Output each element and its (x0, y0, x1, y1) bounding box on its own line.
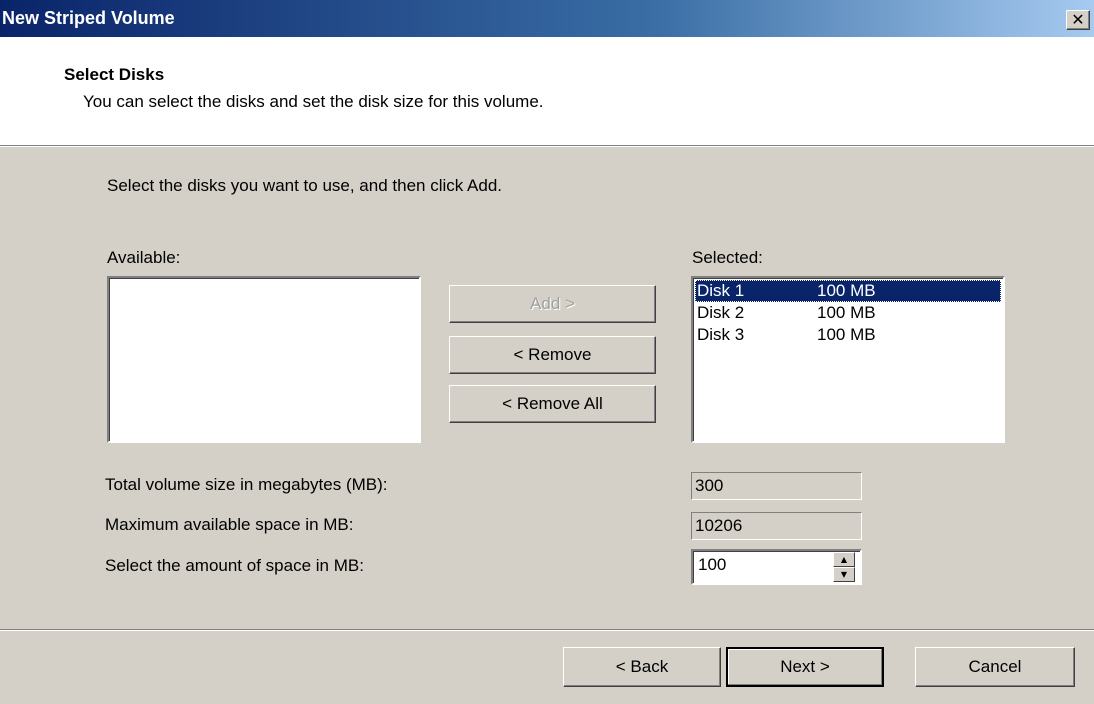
page-title: Select Disks (64, 65, 165, 84)
total-size-label: Total volume size in megabytes (MB): (105, 475, 388, 494)
close-icon[interactable]: ✕ (1066, 10, 1090, 30)
spin-up-icon[interactable]: ▲ (833, 552, 855, 567)
remove-button[interactable]: < Remove (449, 336, 656, 374)
header-divider (0, 146, 1094, 147)
title-bar: New Striped Volume ✕ (0, 0, 1094, 37)
max-space-field: 10206 (691, 512, 862, 540)
spin-down-icon[interactable]: ▼ (833, 567, 855, 582)
instruction-text: Select the disks you want to use, and th… (107, 176, 503, 195)
window-title: New Striped Volume (2, 8, 175, 28)
selected-disk-row[interactable]: Disk 2 100 MB (695, 302, 1001, 324)
amount-input[interactable]: 100 (698, 555, 726, 575)
footer-divider (0, 629, 1094, 631)
disk-name: Disk 3 (697, 325, 745, 344)
remove-all-button[interactable]: < Remove All (449, 385, 656, 423)
disk-name: Disk 1 (697, 281, 745, 300)
back-button[interactable]: < Back (563, 647, 721, 687)
disk-name: Disk 2 (697, 303, 745, 322)
cancel-button[interactable]: Cancel (915, 647, 1075, 687)
wizard-header: Select Disks You can select the disks an… (0, 37, 1094, 146)
selected-disk-row[interactable]: Disk 3 100 MB (695, 324, 1001, 346)
next-button[interactable]: Next > (726, 647, 884, 687)
selected-disks-list[interactable]: Disk 1 100 MB Disk 2 100 MB Disk 3 100 MB (691, 276, 1005, 443)
max-space-label: Maximum available space in MB: (105, 515, 354, 534)
available-disks-list[interactable] (107, 276, 421, 443)
total-size-field: 300 (691, 472, 862, 500)
available-label: Available: (107, 248, 181, 267)
selected-disk-row[interactable]: Disk 1 100 MB (695, 280, 1001, 302)
disk-size: 100 MB (817, 325, 876, 344)
page-subtitle: You can select the disks and set the dis… (83, 92, 544, 111)
add-button[interactable]: Add > (449, 285, 656, 323)
disk-size: 100 MB (817, 281, 876, 300)
disk-size: 100 MB (817, 303, 876, 322)
selected-label: Selected: (692, 248, 763, 267)
amount-spinner[interactable]: 100 ▲ ▼ (691, 549, 862, 585)
amount-label: Select the amount of space in MB: (105, 556, 364, 575)
